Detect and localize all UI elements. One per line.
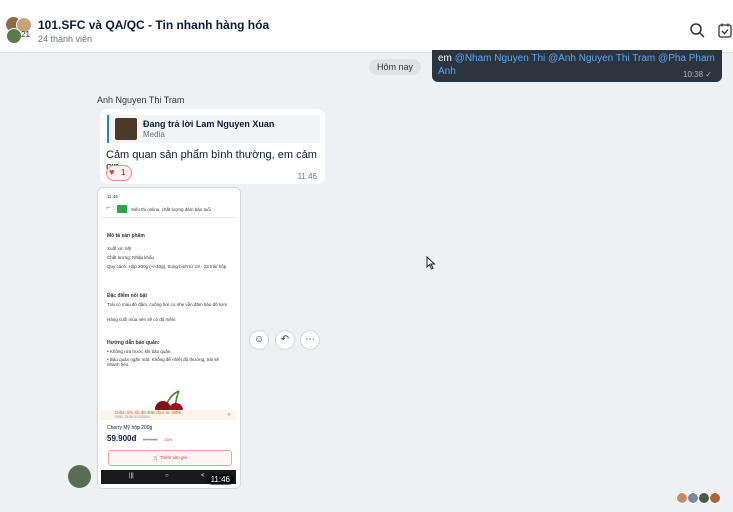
- cursor-icon: [426, 256, 436, 270]
- shot-feature-1: Trái có màu đỏ đậm, cuống hơi co nhẹ vẫn…: [107, 302, 228, 307]
- reply-title: Đang trả lời Lam Nguyen Xuan: [143, 119, 275, 129]
- cherry-image: [155, 390, 183, 411]
- sent-check-icon: ✓: [705, 70, 712, 79]
- message-text: Cảm quan sản phẩm bình thường, em cảm ơn: [106, 149, 317, 173]
- shot-storage-2: • Bảo quản ngăn mát. Không để nhiệt độ t…: [107, 357, 219, 367]
- shot-quality: Chất lượng: Nhập khẩu: [107, 255, 154, 260]
- shot-back-icon: ←: [105, 204, 112, 211]
- shot-section-storage: Hướng dẫn bảo quản:: [107, 340, 160, 346]
- shot-logo: [117, 205, 127, 213]
- outgoing-text: em: [438, 53, 452, 64]
- shot-feature-2: Hàng cuối mùa nên sẽ có độ mềm: [107, 317, 176, 322]
- incoming-message[interactable]: Đang trả lời Lam Nguyen Xuan Media Cảm q…: [100, 109, 325, 184]
- group-title[interactable]: 101.SFC và QA/QC - Tin nhanh hàng hóa: [38, 18, 269, 32]
- shot-price: 59.900đ: [107, 434, 137, 443]
- reaction-badge[interactable]: ♥ 1: [106, 165, 132, 181]
- task-icon[interactable]: [717, 22, 733, 38]
- emoji-icon[interactable]: ☺: [249, 330, 269, 350]
- message-time: 11:46: [297, 172, 317, 181]
- shot-promo-hsd: HSD: 23:59 31/3/2024: [115, 415, 150, 419]
- member-count-badge: 21: [21, 30, 30, 39]
- shot-cart-label: Thêm vào giỏ: [159, 455, 188, 460]
- outgoing-time: 10:38: [683, 70, 704, 79]
- reaction-count: 1: [121, 168, 126, 177]
- reply-quote[interactable]: Đang trả lời Lam Nguyen Xuan Media: [107, 115, 320, 143]
- search-icon[interactable]: [689, 22, 705, 38]
- heart-icon: ♥: [109, 167, 115, 177]
- outgoing-mentions[interactable]: @Nham Nguyen Thi @Anh Nguyen Thi Tram @P…: [438, 53, 715, 77]
- shot-status-time: 11:45: [107, 194, 118, 199]
- shot-bar-title: Siêu thị online, chất lượng đảm bảo tuổi: [131, 207, 211, 212]
- seen-avatar[interactable]: [709, 492, 721, 504]
- shot-product-name: Cherry Mỹ hộp 200g: [107, 425, 153, 431]
- shot-cart-button: 🛒 Thêm vào giỏ: [108, 450, 232, 466]
- reply-thumbnail: [115, 118, 137, 140]
- product-screenshot: 11:45 ← Siêu thị online, chất lượng đảm …: [101, 191, 236, 484]
- sender-name: Anh Nguyen Thi Tram: [97, 95, 185, 105]
- shot-section-desc: Mô tả sản phẩm: [107, 233, 145, 239]
- sender-avatar[interactable]: [68, 465, 91, 488]
- outgoing-message[interactable]: em @Nham Nguyen Thi @Anh Nguyen Thi Tram…: [432, 50, 722, 82]
- shot-promo: Giảm 5% tối đa 40K đơn từ 199K HSD: 23:5…: [101, 410, 236, 420]
- group-avatar[interactable]: 21: [5, 16, 32, 44]
- shot-storage-1: • Không rửa trước khi bảo quản.: [107, 349, 172, 354]
- shot-close-icon: ✕: [227, 412, 231, 417]
- shot-old-price: 89.000đ: [143, 437, 158, 442]
- image-time: 11:46: [206, 474, 234, 485]
- shot-section-feature: Đặc điểm nổi bật: [107, 293, 148, 299]
- reply-icon[interactable]: ↶: [275, 330, 295, 350]
- image-message[interactable]: 11:45 ← Siêu thị online, chất lượng đảm …: [97, 187, 241, 489]
- chat-header: 21 101.SFC và QA/QC - Tin nhanh hàng hóa…: [0, 0, 733, 53]
- more-icon[interactable]: ⋯: [300, 330, 320, 350]
- shot-spec: Quy cách: Hộp 200g (+/-10g), trung bình …: [107, 264, 228, 269]
- date-divider: Hôm nay: [369, 59, 422, 75]
- shot-discount: -33%: [163, 437, 173, 442]
- shot-origin: Xuất xứ: Mỹ: [107, 246, 132, 251]
- reply-subtitle: Media: [143, 130, 165, 139]
- member-count[interactable]: 24 thành viên: [38, 34, 92, 44]
